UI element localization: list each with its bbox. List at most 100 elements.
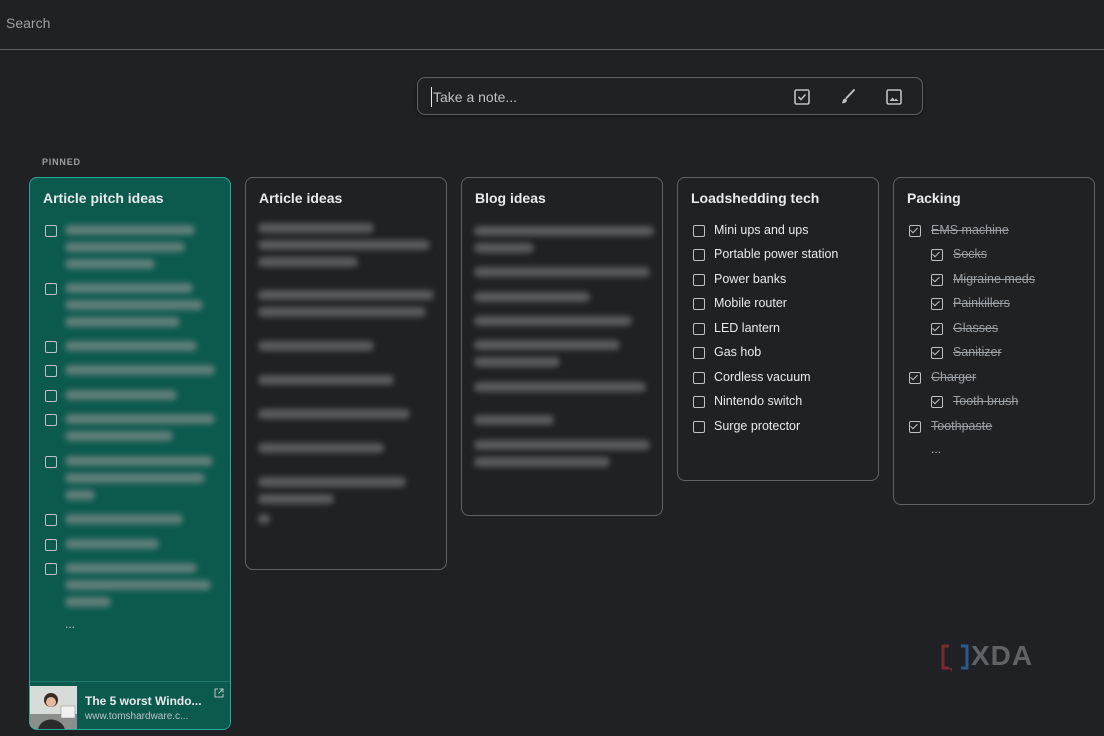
blurred-text xyxy=(65,300,203,310)
link-preview[interactable]: The 5 worst Windo... www.tomshardware.c.… xyxy=(30,681,230,729)
open-link-icon[interactable] xyxy=(214,688,224,698)
checkbox-icon[interactable] xyxy=(792,87,812,107)
blurred-text xyxy=(65,414,215,424)
list-item: Portable power station xyxy=(714,247,839,261)
checkbox[interactable] xyxy=(45,341,57,353)
blurred-text xyxy=(65,283,193,293)
blurred-text xyxy=(474,440,650,450)
blurred-text xyxy=(258,375,394,385)
pinned-label: PINNED xyxy=(42,157,81,167)
checkbox[interactable] xyxy=(45,539,57,551)
note-blog-ideas[interactable]: Blog ideas xyxy=(461,177,663,516)
note-loadshedding-tech[interactable]: Loadshedding tech Mini ups and ups Porta… xyxy=(677,177,879,481)
note-article-pitch-ideas[interactable]: Article pitch ideas ... The 5 worst Wind… xyxy=(29,177,231,730)
checkbox[interactable] xyxy=(45,225,57,237)
note-article-ideas[interactable]: Article ideas xyxy=(245,177,447,570)
blurred-text xyxy=(65,341,197,351)
checked-checkbox[interactable] xyxy=(909,225,921,237)
checkbox[interactable] xyxy=(693,225,705,237)
checkbox[interactable] xyxy=(693,421,705,433)
list-item: Migraine meds xyxy=(953,272,1035,286)
list-item: Surge protector xyxy=(714,419,801,433)
checkbox[interactable] xyxy=(693,274,705,286)
list-item: Socks xyxy=(953,247,988,261)
blurred-text xyxy=(258,257,358,267)
checkbox[interactable] xyxy=(693,323,705,335)
checkbox[interactable] xyxy=(45,283,57,295)
list-item: Charger xyxy=(931,370,977,384)
note-title: Article ideas xyxy=(259,190,343,206)
take-note-bar[interactable] xyxy=(417,77,923,115)
search-input[interactable] xyxy=(6,12,606,34)
checkbox[interactable] xyxy=(693,298,705,310)
checkbox[interactable] xyxy=(693,347,705,359)
checked-checkbox[interactable] xyxy=(931,298,943,310)
list-item: LED lantern xyxy=(714,321,781,335)
blurred-text xyxy=(65,225,195,235)
list-item: Sanitizer xyxy=(953,345,1002,359)
blurred-text xyxy=(65,473,205,483)
list-item: EMS machine xyxy=(931,223,1009,237)
blurred-text xyxy=(474,267,650,277)
checkbox[interactable] xyxy=(693,396,705,408)
link-url: www.tomshardware.c... xyxy=(85,711,189,722)
checkbox[interactable] xyxy=(45,514,57,526)
note-packing[interactable]: Packing EMS machine Socks Migraine meds … xyxy=(893,177,1095,505)
list-item: Gas hob xyxy=(714,345,762,359)
blurred-text xyxy=(258,307,426,317)
blurred-text xyxy=(258,223,374,233)
list-item: Toothpaste xyxy=(931,419,993,433)
checked-checkbox[interactable] xyxy=(931,347,943,359)
blurred-text xyxy=(65,390,177,400)
blurred-text xyxy=(474,357,560,367)
checkbox[interactable] xyxy=(693,249,705,261)
blurred-text xyxy=(474,382,646,392)
checkbox[interactable] xyxy=(45,365,57,377)
note-title: Loadshedding tech xyxy=(691,190,820,206)
blurred-text xyxy=(474,415,554,425)
blurred-text xyxy=(65,456,213,466)
checkbox[interactable] xyxy=(45,390,57,402)
checked-checkbox[interactable] xyxy=(931,249,943,261)
checked-checkbox[interactable] xyxy=(931,323,943,335)
blurred-text xyxy=(65,597,111,607)
list-item: Power banks xyxy=(714,272,787,286)
list-item: Mobile router xyxy=(714,296,787,310)
more-items-ellipsis: ... xyxy=(65,617,76,631)
list-item: Nintendo switch xyxy=(714,394,803,408)
checkbox[interactable] xyxy=(45,563,57,575)
blurred-text xyxy=(258,443,384,453)
checked-checkbox[interactable] xyxy=(909,421,921,433)
blurred-text xyxy=(65,431,173,441)
blurred-text xyxy=(258,494,334,504)
checked-checkbox[interactable] xyxy=(931,396,943,408)
blurred-text xyxy=(474,243,534,253)
more-items-ellipsis: ... xyxy=(931,442,942,456)
checkbox[interactable] xyxy=(45,414,57,426)
blurred-text xyxy=(65,580,211,590)
take-note-input[interactable] xyxy=(431,87,771,107)
link-title: The 5 worst Windo... xyxy=(85,694,202,708)
note-title: Packing xyxy=(907,190,961,206)
checked-checkbox[interactable] xyxy=(931,274,943,286)
checkbox[interactable] xyxy=(45,456,57,468)
list-item: Painkillers xyxy=(953,296,1010,310)
brush-icon[interactable] xyxy=(838,87,858,107)
image-icon[interactable] xyxy=(884,87,904,107)
blurred-text xyxy=(65,365,215,375)
blurred-text xyxy=(65,259,155,269)
blurred-text xyxy=(474,457,610,467)
checked-checkbox[interactable] xyxy=(909,372,921,384)
blurred-text xyxy=(258,290,434,300)
blurred-text xyxy=(65,514,183,524)
blurred-text xyxy=(65,563,197,573)
checkbox[interactable] xyxy=(693,372,705,384)
blurred-text xyxy=(258,341,374,351)
note-title: Blog ideas xyxy=(475,190,546,206)
blurred-text xyxy=(65,490,95,500)
blurred-text xyxy=(65,242,185,252)
xda-watermark: XDA xyxy=(940,640,1050,672)
blurred-text xyxy=(474,316,632,326)
list-item: Mini ups and ups xyxy=(714,223,809,237)
blurred-text xyxy=(65,539,159,549)
